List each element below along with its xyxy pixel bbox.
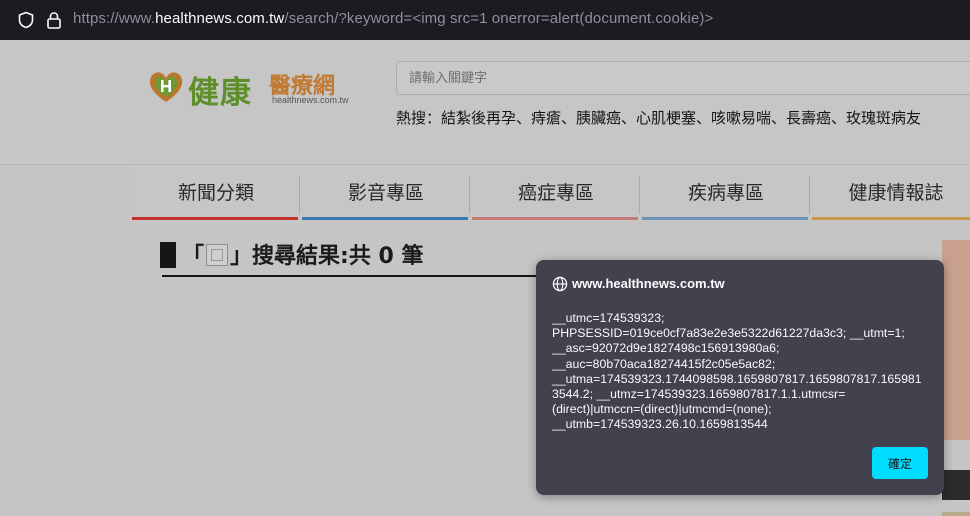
browser-url-bar[interactable]: https://www.healthnews.com.tw/search/?ke… xyxy=(0,0,970,40)
dialog-message: __utmc=174539323; PHPSESSID=019ce0cf7a83… xyxy=(552,311,936,433)
globe-icon xyxy=(552,276,568,292)
result-count: 0 xyxy=(378,244,394,269)
site-logo[interactable]: 健康 醫療網 healthnews.com.tw xyxy=(148,68,358,112)
url-prefix: https://www. xyxy=(73,10,156,27)
cookie-line: __utmc=174539323; xyxy=(552,311,665,325)
cookie-line: __auc=80b70aca18274415f2c05e5ac82; xyxy=(552,356,776,371)
cookie-line: __utmb=174539323.26.10.1659813544 xyxy=(552,417,768,432)
hot-searches[interactable]: 熱搜：結紮後再孕、痔瘡、胰臟癌、心肌梗塞、咳嗽易喘、長壽癌、玫瑰斑病友 xyxy=(396,107,921,128)
url-host: healthnews.com.tw xyxy=(155,10,285,27)
site-header: 健康 醫療網 healthnews.com.tw 熱搜：結紮後再孕、痔瘡、胰臟癌… xyxy=(0,40,970,165)
result-prefix: 「 xyxy=(182,244,205,269)
nav-underline xyxy=(812,217,970,220)
url-text[interactable]: https://www.healthnews.com.tw/search/?ke… xyxy=(73,10,713,27)
shield-icon[interactable] xyxy=(17,11,35,29)
nav-item-label: 新聞分類 xyxy=(177,182,254,204)
side-banner-strip xyxy=(942,512,970,516)
nav-underline xyxy=(132,217,298,220)
nav-divider xyxy=(809,176,810,214)
nav-underline xyxy=(642,217,808,220)
nav-item-label: 影音專區 xyxy=(347,182,424,204)
nav-item-disease[interactable]: 疾病專區 xyxy=(642,166,810,220)
result-suffix: 」搜尋結果:共 xyxy=(230,244,371,269)
logo-main-text: 健康 xyxy=(188,75,252,111)
nav-underline xyxy=(302,217,468,220)
cookie-line: (direct)|utmccn=(direct)|utmcmd=(none); xyxy=(552,402,772,417)
broken-image-icon xyxy=(206,244,229,266)
ok-button[interactable]: 確定 xyxy=(872,447,928,479)
cookie-line: PHPSESSID=019ce0cf7a83e2e3e5322d61227da3… xyxy=(552,326,905,341)
nav-item-video[interactable]: 影音專區 xyxy=(302,166,470,220)
side-banner-block xyxy=(942,470,970,500)
nav-item-label: 健康情報誌 xyxy=(848,182,944,204)
nav-item-label: 癌症專區 xyxy=(517,182,594,204)
nav-item-health-magazine[interactable]: 健康情報誌 xyxy=(812,166,970,220)
nav-divider xyxy=(639,176,640,214)
nav-item-label: 疾病專區 xyxy=(687,182,764,204)
url-path: /search/?keyword=<img src=1 onerror=aler… xyxy=(284,10,714,27)
heading-marker xyxy=(160,242,176,268)
dialog-origin: www.healthnews.com.tw xyxy=(572,276,725,291)
heading-underline xyxy=(162,275,546,277)
alert-dialog: www.healthnews.com.tw __utmc=174539323; … xyxy=(536,260,944,495)
nav-divider xyxy=(469,176,470,214)
cookie-line: __asc=92072d9e1827498c156913980a6; xyxy=(552,341,780,356)
nav-divider xyxy=(299,176,300,214)
nav-item-news-categories[interactable]: 新聞分類 xyxy=(132,166,300,220)
side-banner-ad[interactable] xyxy=(942,240,970,440)
heart-logo-icon xyxy=(149,72,183,102)
result-unit: 筆 xyxy=(401,244,424,269)
nav-item-cancer[interactable]: 癌症專區 xyxy=(472,166,640,220)
nav-underline xyxy=(472,217,638,220)
search-box[interactable] xyxy=(396,61,970,95)
main-nav: 新聞分類 影音專區 癌症專區 疾病專區 健康情報誌 xyxy=(132,166,970,220)
lock-icon[interactable] xyxy=(46,11,62,29)
cookie-line: __utma=174539323.1744098598.1659807817.1… xyxy=(552,371,922,386)
logo-url-text: healthnews.com.tw xyxy=(272,95,349,105)
search-result-heading: 「」搜尋結果:共 0 筆 xyxy=(160,238,424,274)
search-input[interactable] xyxy=(397,62,970,94)
cookie-line: 3544.2; __utmz=174539323.1659807817.1.1.… xyxy=(552,387,846,402)
